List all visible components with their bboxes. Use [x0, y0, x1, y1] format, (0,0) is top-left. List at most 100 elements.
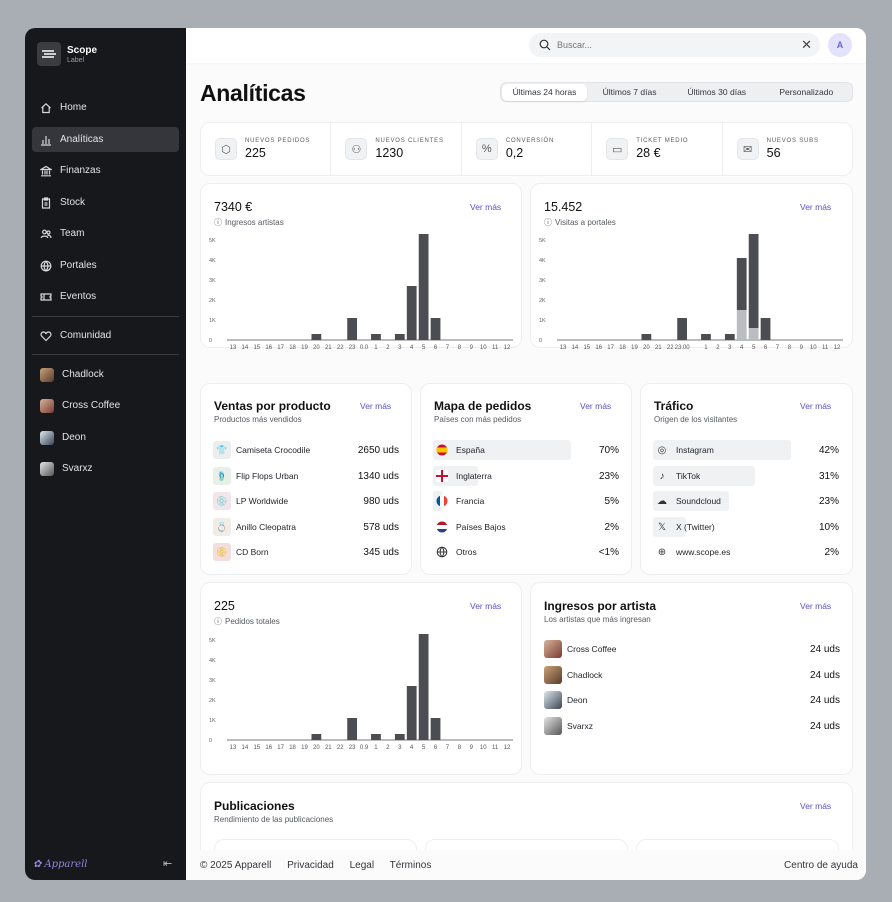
x-tick-label: 2	[386, 345, 390, 351]
list-item[interactable]: España 70%	[433, 440, 619, 460]
sidebar-artist-svarxz[interactable]: Svarxz	[32, 456, 179, 481]
ver-mas-link[interactable]: Ver más	[360, 401, 391, 411]
ver-mas-link[interactable]: Ver más	[580, 401, 611, 411]
sidebar-item-label: Deon	[62, 432, 86, 443]
avatar	[544, 717, 562, 735]
list-item[interactable]: 👕 Camiseta Crocodile 2650 uds	[213, 440, 399, 460]
sidebar-artist-cross-coffee[interactable]: Cross Coffee	[32, 393, 179, 418]
sidebar-artist-deon[interactable]: Deon	[32, 425, 179, 450]
footer-link-terminos[interactable]: Términos	[390, 860, 432, 871]
sidebar-item-eventos[interactable]: Eventos	[32, 284, 179, 309]
list-item[interactable]: Países Bajos 2%	[433, 517, 619, 537]
kpi-label: NUEVOS CLIENTES	[375, 138, 444, 144]
item-name: CD Born	[236, 547, 269, 557]
list-item[interactable]: Otros <1%	[433, 542, 619, 562]
list-item[interactable]: 💿 LP Worldwide 980 uds	[213, 491, 399, 511]
search-input[interactable]	[557, 40, 787, 50]
bar[interactable]	[311, 734, 322, 740]
item-value: 42%	[818, 444, 839, 456]
bar[interactable]	[760, 318, 771, 340]
item-name: Flip Flops Urban	[236, 471, 299, 481]
bar[interactable]	[748, 234, 759, 328]
sidebar-item-portales[interactable]: Portales	[32, 253, 179, 278]
list-item[interactable]: ◎ Instagram 42%	[653, 440, 839, 460]
x-tick-label: 17	[277, 345, 284, 351]
collapse-sidebar-icon[interactable]: ⇤	[163, 857, 172, 870]
bar[interactable]	[394, 734, 405, 740]
help-center-link[interactable]: Centro de ayuda	[784, 860, 858, 871]
ver-mas-link[interactable]: Ver más	[470, 202, 501, 212]
share-bar	[653, 440, 791, 460]
user-avatar[interactable]: A	[828, 33, 852, 57]
ingresos-subtitle: ⓘ Ingresos artistas	[214, 217, 284, 228]
bar[interactable]	[371, 734, 381, 740]
bar[interactable]	[736, 310, 747, 340]
sidebar-item-team[interactable]: Team	[32, 221, 179, 246]
artist-row[interactable]: Chadlock 24 uds	[544, 665, 840, 685]
kpi-nuevos-subs: ✉ NUEVOS SUBS 56	[723, 123, 852, 175]
footer-link-legal[interactable]: Legal	[350, 860, 374, 871]
artist-row[interactable]: Svarxz 24 uds	[544, 716, 840, 736]
list-item[interactable]: Francia 5%	[433, 491, 619, 511]
ver-mas-link[interactable]: Ver más	[800, 801, 831, 811]
sidebar-artist-chadlock[interactable]: Chadlock	[32, 362, 179, 387]
x-tick-label: 8	[458, 345, 462, 351]
list-item[interactable]: ⊕ www.scope.es 2%	[653, 542, 839, 562]
y-tick-label: 2K	[209, 298, 216, 304]
ver-mas-link[interactable]: Ver más	[800, 601, 831, 611]
x-tick-label: 11	[492, 745, 499, 751]
bar[interactable]	[418, 634, 429, 740]
bar[interactable]	[430, 318, 441, 340]
list-item[interactable]: ♪ TikTok 31%	[653, 466, 839, 486]
pedidos-subtitle: ⓘ Pedidos totales	[214, 616, 280, 627]
bar[interactable]	[406, 286, 417, 340]
sidebar-item-home[interactable]: Home	[32, 95, 179, 120]
bar[interactable]	[311, 334, 322, 340]
bar[interactable]	[701, 334, 711, 340]
bar[interactable]	[347, 318, 358, 340]
kpi-ticket-medio: ▭ TICKET MEDIO 28 €	[592, 123, 723, 175]
ver-mas-link[interactable]: Ver más	[800, 401, 831, 411]
list-item[interactable]: 🩴 Flip Flops Urban 1340 uds	[213, 466, 399, 486]
ver-mas-link[interactable]: Ver más	[470, 601, 501, 611]
sidebar-item-stock[interactable]: Stock	[32, 190, 179, 215]
bar[interactable]	[748, 328, 759, 340]
visitas-chart: 01K2K3K4K5K13 14 15 16 17 18 19 20 21 22 23.00 1 2 3 4…	[539, 234, 843, 351]
apparell-logo: ✿ Apparell	[33, 859, 87, 870]
bar[interactable]	[641, 334, 652, 340]
sidebar-item-analiticas[interactable]: Analíticas	[32, 127, 179, 152]
list-item[interactable]: 📀 CD Born 345 uds	[213, 542, 399, 562]
bar[interactable]	[418, 234, 429, 340]
bar[interactable]	[736, 258, 747, 310]
bar[interactable]	[677, 318, 688, 340]
flag-spain-icon	[433, 441, 451, 459]
sidebar-item-comunidad[interactable]: Comunidad	[32, 323, 179, 348]
bar[interactable]	[430, 718, 441, 740]
x-tick-label: 13	[560, 345, 567, 351]
bar[interactable]	[371, 334, 381, 340]
item-value: 2650 uds	[357, 444, 399, 456]
sidebar-item-finanzas[interactable]: Finanzas	[32, 158, 179, 183]
range-24h[interactable]: Últimas 24 horas	[502, 83, 588, 101]
sidebar-item-label: Team	[60, 228, 85, 239]
list-item[interactable]: 𝕏 X (Twitter) 10%	[653, 517, 839, 537]
pedidos-card: 225 ⓘ Pedidos totales Ver más 0 1K 2K 3K 4K 5K…	[200, 582, 522, 775]
bar[interactable]	[724, 334, 735, 340]
artist-row[interactable]: Deon 24 uds	[544, 690, 840, 710]
footer-link-privacidad[interactable]: Privacidad	[287, 860, 334, 871]
bar[interactable]	[394, 334, 405, 340]
x-tick-label: 16	[265, 745, 272, 751]
ver-mas-link[interactable]: Ver más	[800, 202, 831, 212]
list-item[interactable]: 💍 Anillo Cleopatra 578 uds	[213, 517, 399, 537]
list-item[interactable]: Inglaterra 23%	[433, 466, 619, 486]
range-custom[interactable]: Personalizado	[762, 84, 851, 101]
list-item[interactable]: ☁ Soundcloud 23%	[653, 491, 839, 511]
y-tick-label: 0	[539, 338, 542, 344]
range-30d[interactable]: Últimos 30 días	[672, 84, 761, 101]
bar[interactable]	[347, 718, 358, 740]
brand[interactable]: Scope Label	[37, 42, 97, 66]
range-7d[interactable]: Últimos 7 días	[587, 84, 672, 101]
close-icon[interactable]: ✕	[801, 37, 812, 53]
bar[interactable]	[406, 686, 417, 740]
artist-row[interactable]: Cross Coffee 24 uds	[544, 639, 840, 659]
